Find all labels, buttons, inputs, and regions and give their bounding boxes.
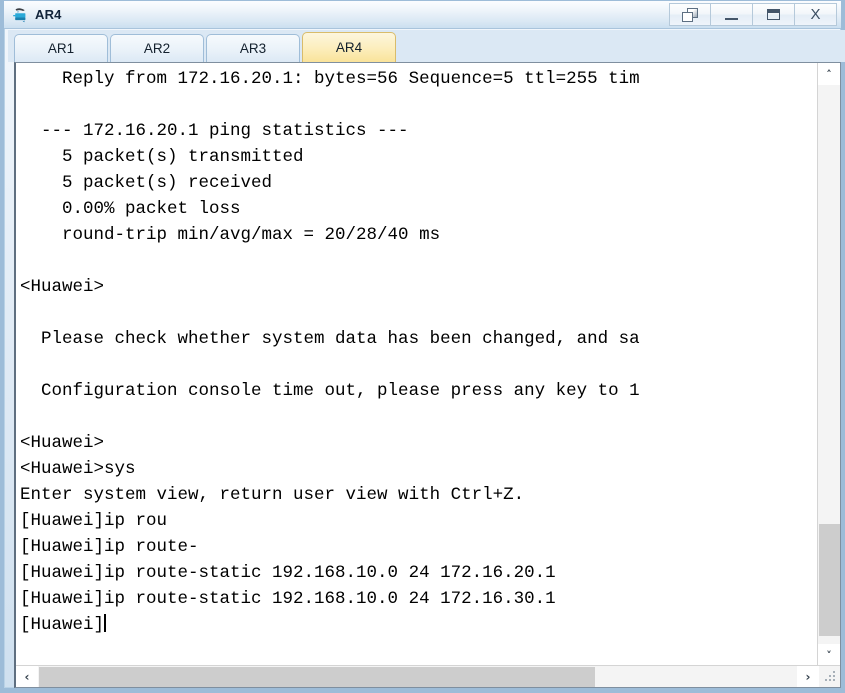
terminal-line: <Huawei> xyxy=(20,277,105,297)
terminal-line: <Huawei>sys xyxy=(20,459,136,479)
resize-grip-icon[interactable] xyxy=(823,669,839,685)
terminal-prompt-line: [Huawei] xyxy=(20,614,107,635)
maximize-button[interactable] xyxy=(753,3,795,26)
horizontal-scroll-thumb[interactable] xyxy=(39,667,595,687)
scroll-up-button[interactable]: ˄ xyxy=(818,63,840,85)
scroll-right-button[interactable]: › xyxy=(797,666,819,687)
terminal-line: --- 172.16.20.1 ping statistics --- xyxy=(20,121,409,141)
chevron-up-icon: ˄ xyxy=(826,67,832,81)
tab-ar2[interactable]: AR2 xyxy=(110,34,204,62)
window-controls: X xyxy=(669,3,837,27)
terminal-line: Reply from 172.16.20.1: bytes=56 Sequenc… xyxy=(20,69,640,89)
restore-down-button[interactable] xyxy=(669,3,711,26)
terminal-line: Please check whether system data has bee… xyxy=(20,329,640,349)
tab-bar: AR1 AR2 AR3 AR4 xyxy=(8,30,845,62)
minimize-icon xyxy=(725,17,738,20)
chevron-right-icon: › xyxy=(805,669,811,684)
tab-label: AR2 xyxy=(143,41,171,56)
terminal-line: Configuration console time out, please p… xyxy=(20,381,640,401)
scroll-left-button[interactable]: ‹ xyxy=(16,666,38,687)
terminal-line: [Huawei]ip route- xyxy=(20,537,199,557)
console-window: AR4 X AR1 AR2 AR3 AR4 Reply from 172.16.… xyxy=(0,0,845,693)
close-button[interactable]: X xyxy=(795,3,837,26)
terminal-line: 0.00% packet loss xyxy=(20,199,241,219)
chevron-down-icon: ˅ xyxy=(826,648,832,662)
scroll-down-button[interactable]: ˅ xyxy=(818,644,840,666)
maximize-icon xyxy=(767,9,780,20)
terminal-panel[interactable]: Reply from 172.16.20.1: bytes=56 Sequenc… xyxy=(14,62,841,688)
vertical-scrollbar[interactable]: ˄ ˅ xyxy=(817,63,840,666)
minimize-button[interactable] xyxy=(711,3,753,26)
horizontal-scrollbar[interactable]: ‹ › xyxy=(16,665,840,687)
tab-ar1[interactable]: AR1 xyxy=(14,34,108,62)
tab-ar4[interactable]: AR4 xyxy=(302,32,396,62)
title-bar[interactable]: AR4 X xyxy=(4,1,841,29)
chevron-left-icon: ‹ xyxy=(24,669,30,684)
terminal-line: 5 packet(s) received xyxy=(20,173,273,193)
close-icon: X xyxy=(810,6,821,23)
title-bar-left: AR4 xyxy=(12,1,62,29)
terminal-line: Enter system view, return user view with… xyxy=(20,485,525,505)
router-icon xyxy=(12,6,30,24)
tab-label: AR1 xyxy=(47,41,75,56)
text-cursor xyxy=(104,614,107,632)
terminal-line: 5 packet(s) transmitted xyxy=(20,147,304,167)
tab-ar3[interactable]: AR3 xyxy=(206,34,300,62)
terminal-line: [Huawei]ip route-static 192.168.10.0 24 … xyxy=(20,589,556,609)
vertical-scroll-thumb[interactable] xyxy=(819,524,840,636)
restore-icon xyxy=(682,7,698,22)
terminal-line: [Huawei]ip route-static 192.168.10.0 24 … xyxy=(20,563,556,583)
terminal-line: round-trip min/avg/max = 20/28/40 ms xyxy=(20,225,441,245)
tab-label: AR3 xyxy=(239,41,267,56)
terminal-line: <Huawei> xyxy=(20,433,105,453)
terminal-output[interactable]: Reply from 172.16.20.1: bytes=56 Sequenc… xyxy=(20,66,816,654)
terminal-line: [Huawei]ip rou xyxy=(20,511,168,531)
tab-label: AR4 xyxy=(335,40,363,55)
window-title: AR4 xyxy=(35,7,62,22)
